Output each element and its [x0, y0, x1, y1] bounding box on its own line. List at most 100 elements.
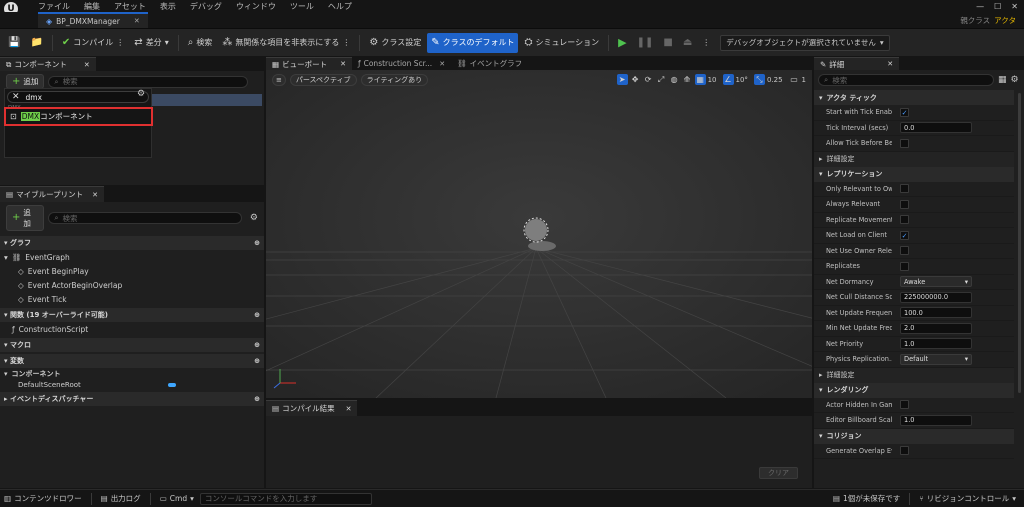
macros-section[interactable]: ▾ マクロ ⊕: [0, 338, 264, 352]
event-item[interactable]: ◇ Event BeginPlay: [0, 264, 264, 278]
add-circle-icon[interactable]: ⊕: [254, 395, 260, 403]
camera-speed-icon[interactable]: ▭: [789, 74, 800, 85]
event-item[interactable]: ◇ Event ActorBeginOverlap: [0, 278, 264, 292]
more-icon[interactable]: ⋮: [116, 38, 124, 47]
surface-snap-icon[interactable]: ⟰: [682, 74, 693, 85]
property-checkbox[interactable]: [900, 184, 909, 194]
variables-section[interactable]: ▾ 変数 ⊕: [0, 354, 264, 368]
gear-icon[interactable]: ⚙: [137, 89, 145, 99]
add-component-button[interactable]: + 追加: [6, 74, 45, 89]
property-checkbox[interactable]: [900, 400, 909, 410]
scale-snap-icon[interactable]: ⤡: [753, 74, 765, 85]
close-icon[interactable]: ✕: [84, 61, 90, 69]
play-button[interactable]: ▶: [614, 33, 630, 53]
menu-item[interactable]: ツール: [290, 1, 314, 12]
close-icon[interactable]: ✕: [340, 60, 346, 68]
property-checkbox[interactable]: ✓: [900, 107, 909, 117]
clear-button[interactable]: クリア: [759, 467, 798, 479]
add-circle-icon[interactable]: ⊕: [254, 357, 260, 365]
eject-button[interactable]: ⏏: [679, 33, 696, 53]
menu-item[interactable]: アセット: [114, 1, 146, 12]
output-log-button[interactable]: ▤ 出力ログ: [101, 493, 141, 504]
property-input[interactable]: 225000000.0: [900, 291, 972, 303]
property-input[interactable]: 2.0: [900, 322, 972, 334]
select-tool-icon[interactable]: ➤: [616, 74, 628, 85]
close-icon[interactable]: ✕: [346, 405, 352, 413]
console-input[interactable]: コンソールコマンドを入力します: [199, 492, 372, 505]
minimize-icon[interactable]: —: [976, 2, 984, 11]
actor-tick-section[interactable]: ▾ アクタ ティック: [814, 90, 1014, 105]
property-input[interactable]: 0.0: [900, 122, 972, 134]
diff-button[interactable]: ⇄ 差分 ▾: [130, 33, 172, 53]
maximize-icon[interactable]: ☐: [994, 2, 1001, 11]
menu-item[interactable]: ファイル: [38, 1, 70, 12]
camera-speed-value[interactable]: 1: [802, 76, 806, 84]
viewport-options-button[interactable]: ≡: [272, 74, 286, 86]
property-checkbox[interactable]: [900, 215, 909, 225]
rendering-section[interactable]: ▾ レンダリング: [814, 382, 1014, 398]
class-settings-button[interactable]: ⚙ クラス設定: [365, 33, 425, 53]
viewport-tab[interactable]: ▦ ビューポート ✕: [266, 57, 352, 70]
close-icon[interactable]: ✕: [92, 191, 98, 199]
content-drawer-button[interactable]: ▥ コンテンツドロワー: [4, 493, 82, 504]
add-circle-icon[interactable]: ⊕: [254, 239, 260, 247]
add-circle-icon[interactable]: ⊕: [254, 341, 260, 349]
lighting-button[interactable]: ライティングあり: [360, 74, 429, 86]
menu-item[interactable]: デバッグ: [190, 1, 222, 12]
functions-section[interactable]: ▾ 関数 (19 オーバーライド可能) ⊕: [0, 308, 264, 322]
component-filter-input[interactable]: ✕ dmx: [7, 91, 149, 103]
construction-script-item[interactable]: ƒ ConstructionScript: [0, 322, 264, 336]
find-button[interactable]: ⌕ 検索: [184, 33, 217, 53]
blueprint-search[interactable]: ⌕ 検索: [48, 212, 242, 224]
event-dispatchers-section[interactable]: ▸ イベントディスパッチャー ⊕: [0, 392, 264, 406]
graphs-section[interactable]: ▾ グラフ ⊕: [0, 236, 264, 250]
property-input[interactable]: 1.0: [900, 338, 972, 350]
details-search[interactable]: ⌕ 検索: [818, 74, 994, 86]
property-checkbox[interactable]: [900, 199, 909, 209]
components-search[interactable]: ⌕ 検索: [48, 75, 249, 88]
grid-snap-value[interactable]: 10: [708, 76, 717, 84]
unsaved-indicator[interactable]: ▤ 1個が未保存です: [833, 493, 900, 504]
collision-section[interactable]: ▾ コリジョン: [814, 428, 1014, 444]
clear-icon[interactable]: ✕: [12, 92, 20, 102]
stop-button[interactable]: ■: [659, 33, 676, 53]
details-scrollbar[interactable]: [1018, 93, 1021, 393]
rotation-snap-value[interactable]: 10°: [736, 76, 748, 84]
save-button[interactable]: 💾: [4, 33, 24, 53]
my-blueprint-tab[interactable]: ▤ マイブループリント ✕: [0, 186, 105, 202]
property-checkbox[interactable]: [900, 261, 909, 271]
more-icon[interactable]: ⋮: [342, 38, 350, 47]
close-icon[interactable]: ✕: [439, 60, 445, 68]
close-tab-icon[interactable]: ✕: [134, 17, 140, 25]
construction-script-tab[interactable]: ƒ Construction Scr... ✕: [351, 57, 452, 70]
grid-snap-icon[interactable]: ▦: [694, 74, 706, 85]
property-input[interactable]: 100.0: [900, 307, 972, 319]
advanced-section[interactable]: ▸ 詳細設定: [814, 151, 1014, 167]
pause-button[interactable]: ❚❚: [633, 33, 658, 53]
cmd-selector[interactable]: ▭ Cmd ▾: [160, 494, 194, 503]
event-item[interactable]: ◇ Event Tick: [0, 292, 264, 306]
rotate-icon[interactable]: ⟳: [643, 74, 654, 85]
close-icon[interactable]: ✕: [887, 60, 893, 68]
translate-icon[interactable]: ✥: [630, 74, 641, 85]
details-tab[interactable]: ✎ 詳細 ✕: [814, 57, 900, 70]
gear-icon[interactable]: ⚙: [250, 213, 258, 223]
scale-snap-value[interactable]: 0.25: [767, 76, 783, 84]
default-scene-root-item[interactable]: DefaultSceneRoot: [0, 379, 264, 390]
event-graph-item[interactable]: ▾ ⛓ EventGraph: [0, 250, 264, 264]
rotation-snap-icon[interactable]: ∠: [722, 74, 734, 85]
property-checkbox[interactable]: [900, 138, 909, 148]
advanced-section[interactable]: ▸ 詳細設定: [814, 367, 1014, 383]
property-input[interactable]: 1.0: [900, 414, 972, 426]
compile-results-tab[interactable]: ▤ コンパイル結果 ✕: [266, 400, 358, 416]
play-options-button[interactable]: ⋮: [698, 33, 714, 53]
menu-item[interactable]: ヘルプ: [328, 1, 352, 12]
compile-button[interactable]: ✔ コンパイル ⋮: [58, 33, 128, 53]
components-tab[interactable]: ⧉ コンポーネント ✕: [0, 57, 96, 71]
replication-section[interactable]: ▾ レプリケーション: [814, 166, 1014, 182]
browse-button[interactable]: 📁: [26, 33, 46, 53]
property-checkbox[interactable]: [900, 446, 909, 456]
components-group[interactable]: ▾ コンポーネント: [0, 368, 264, 379]
debug-object-select[interactable]: デバッグオブジェクトが選択されていません ▾: [720, 34, 890, 51]
world-local-icon[interactable]: ◍: [669, 74, 680, 85]
